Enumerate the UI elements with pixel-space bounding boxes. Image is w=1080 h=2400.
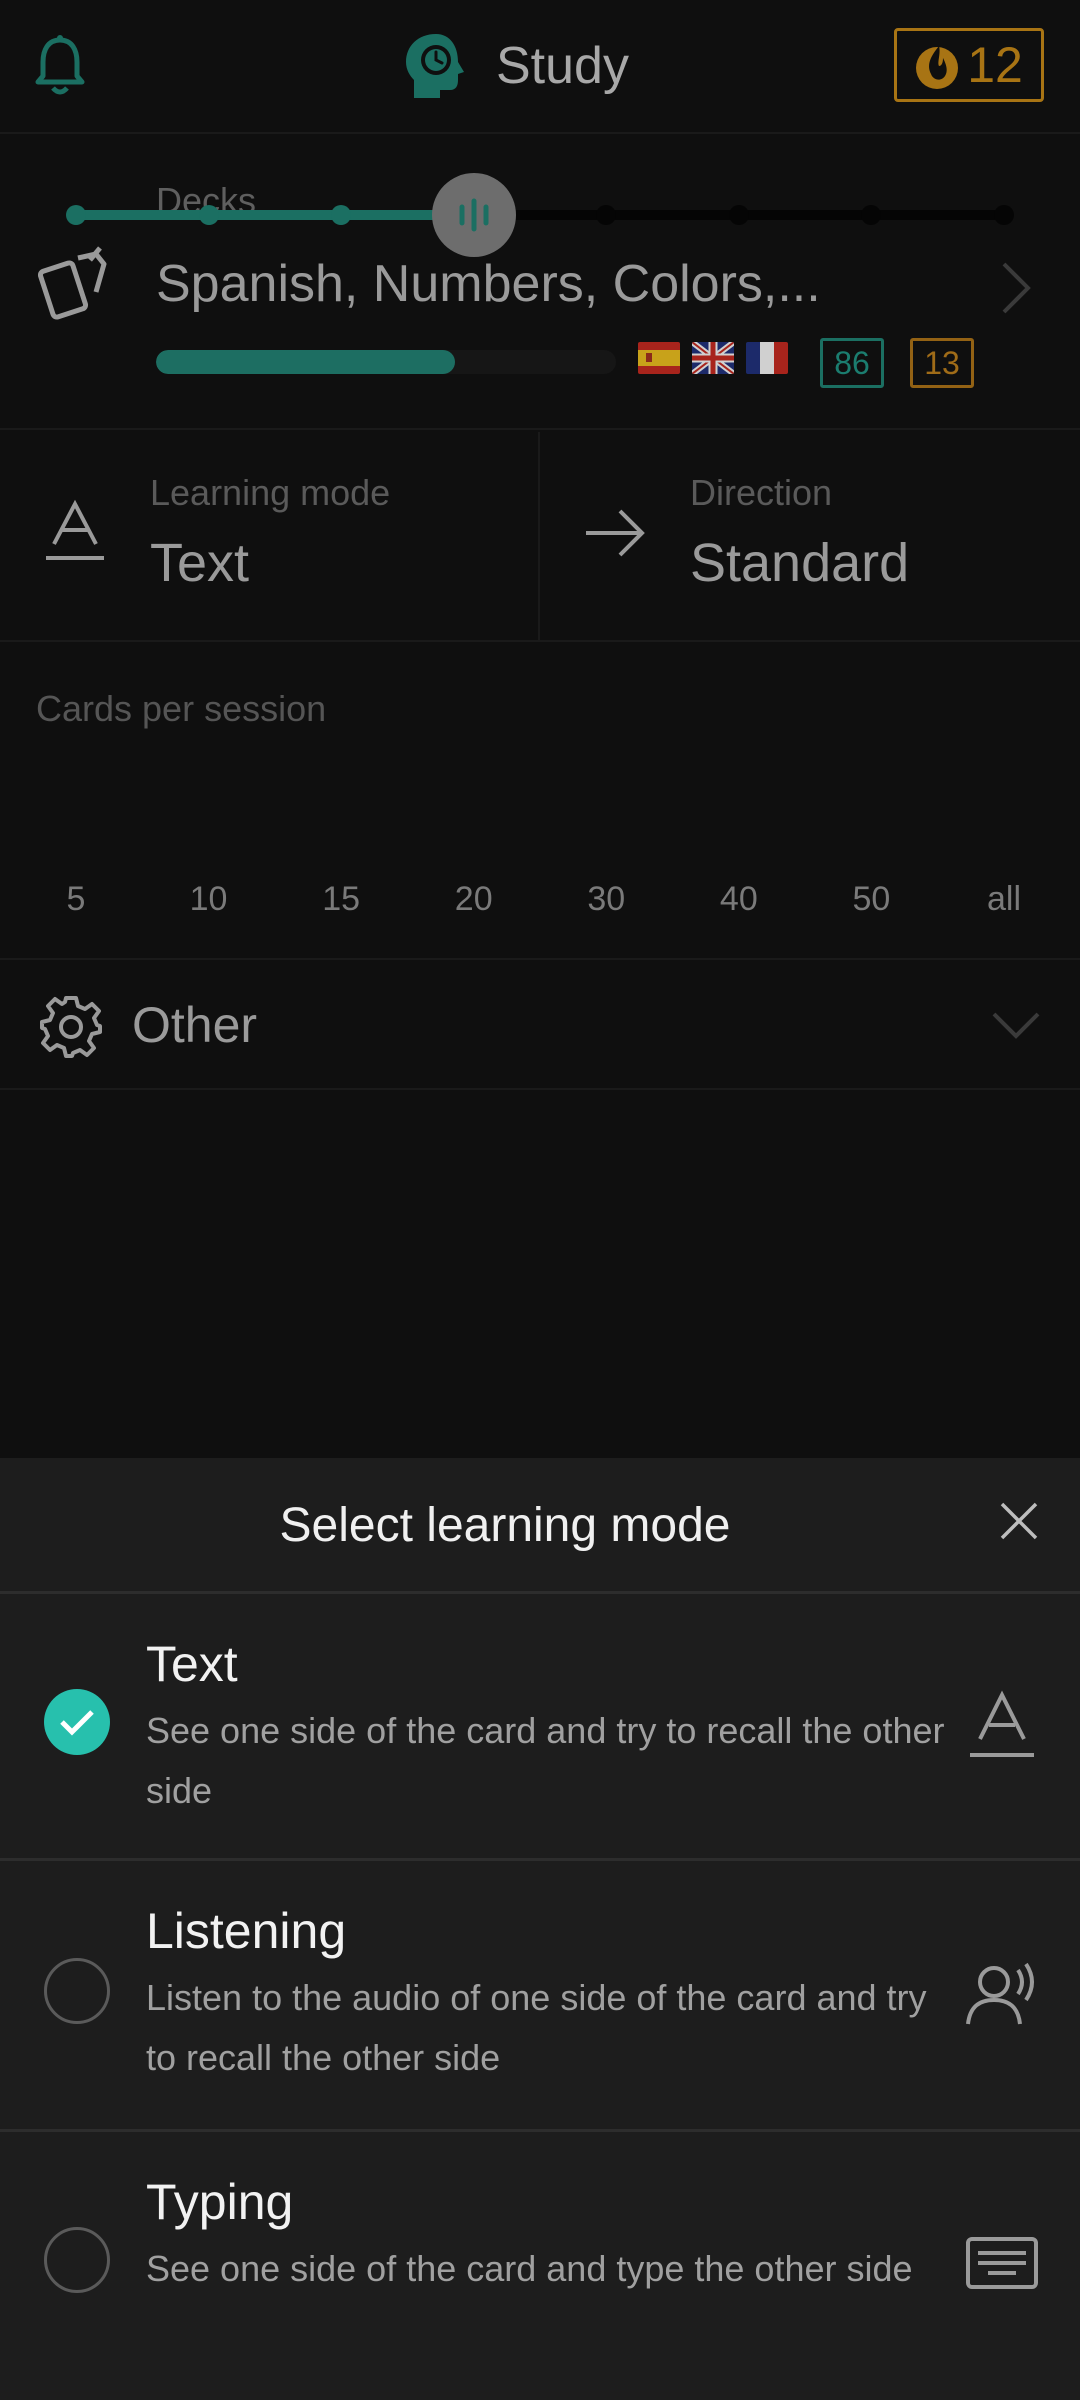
slider-stop[interactable] <box>331 205 352 225</box>
title-area: Study <box>400 30 629 102</box>
arrow-right-icon <box>586 509 645 557</box>
option-text[interactable]: Text See one side of the card and try to… <box>0 1597 1080 1861</box>
chevron-down-icon <box>992 1012 1040 1039</box>
deck-flags <box>638 342 788 374</box>
option-description: See one side of the card and try to reca… <box>146 1710 945 1811</box>
cards-per-session-slider[interactable] <box>66 166 1014 266</box>
slider-stop[interactable] <box>728 205 749 225</box>
cards-per-session: Cards per session <box>0 644 1080 960</box>
due-cards-count: 13 <box>910 338 974 388</box>
radio-unselected[interactable] <box>44 2227 110 2293</box>
other-label: Other <box>132 997 258 1053</box>
option-typing[interactable]: Typing See one side of the card and type… <box>0 2135 1080 2400</box>
grip-icon <box>459 198 489 232</box>
slider-tick-label: 5 <box>66 880 86 918</box>
learning-mode-label: Learning mode <box>150 472 391 513</box>
mode-direction-row: Learning mode Text Direction Standard <box>0 432 1080 642</box>
slider-tick-label: 20 <box>454 880 493 918</box>
close-icon[interactable] <box>998 1500 1040 1542</box>
slider-stop[interactable] <box>994 205 1014 225</box>
slider-track-fill <box>76 210 474 220</box>
page-title: Study <box>496 37 629 95</box>
streak-badge[interactable]: 12 <box>894 28 1044 102</box>
check-icon <box>60 1710 94 1736</box>
streak-count: 12 <box>967 37 1023 93</box>
text-mode-icon <box>46 499 104 560</box>
gear-icon <box>40 996 102 1058</box>
listening-icon <box>966 1962 1034 2025</box>
slider-stop[interactable] <box>198 205 219 225</box>
option-description: Listen to the audio of one side of the c… <box>146 1977 927 2078</box>
brain-clock-icon <box>406 34 464 98</box>
radio-unselected[interactable] <box>44 1958 110 2024</box>
direction-value: Standard <box>690 533 910 593</box>
slider-thumb[interactable] <box>431 173 516 257</box>
option-name: Listening <box>146 1903 347 1959</box>
keyboard-icon <box>966 2237 1038 2289</box>
other-row[interactable]: Other <box>0 962 1080 1090</box>
slider-tick-label: all <box>986 880 1022 918</box>
text-mode-icon <box>970 1690 1034 1757</box>
flame-icon <box>916 46 959 89</box>
decks-progress-fill <box>156 350 455 374</box>
flag-fr-icon <box>746 342 788 374</box>
slider-stop[interactable] <box>861 205 882 225</box>
top-bar: Study 12 <box>0 0 1080 134</box>
option-name: Text <box>146 1636 238 1692</box>
flag-uk-icon <box>692 342 734 374</box>
bell-icon[interactable] <box>34 34 86 98</box>
learning-mode-cell[interactable]: Learning mode Text <box>0 432 538 642</box>
slider-tick-label: 15 <box>322 880 361 918</box>
radio-selected[interactable] <box>44 1689 110 1755</box>
decks-progress-bar <box>156 350 616 374</box>
option-description: See one side of the card and type the ot… <box>146 2248 913 2289</box>
chevron-right-icon <box>1002 262 1031 314</box>
study-screen: Study 12 Decks Spanish, Numbers, Colors,… <box>0 0 1080 1458</box>
sheet-header: Select learning mode <box>0 1458 1080 1594</box>
direction-cell[interactable]: Direction Standard <box>540 432 1080 642</box>
slider-tick-label: 10 <box>189 880 228 918</box>
option-name: Typing <box>146 2174 294 2230</box>
learning-mode-sheet: Select learning mode Text See one side o… <box>0 1458 1080 2400</box>
slider-tick-label: 50 <box>852 880 891 918</box>
slider-stop[interactable] <box>66 205 86 225</box>
sheet-title: Select learning mode <box>279 1499 731 1552</box>
new-cards-count: 86 <box>820 338 884 388</box>
flag-es-icon <box>638 342 680 374</box>
option-listening[interactable]: Listening Listen to the audio of one sid… <box>0 1864 1080 2132</box>
direction-label: Direction <box>690 472 833 513</box>
cards-per-session-label: Cards per session <box>36 688 327 729</box>
learning-mode-value: Text <box>150 533 250 593</box>
slider-tick-label: 40 <box>719 880 758 918</box>
slider-stop[interactable] <box>596 205 617 225</box>
slider-tick-label: 30 <box>587 880 626 918</box>
